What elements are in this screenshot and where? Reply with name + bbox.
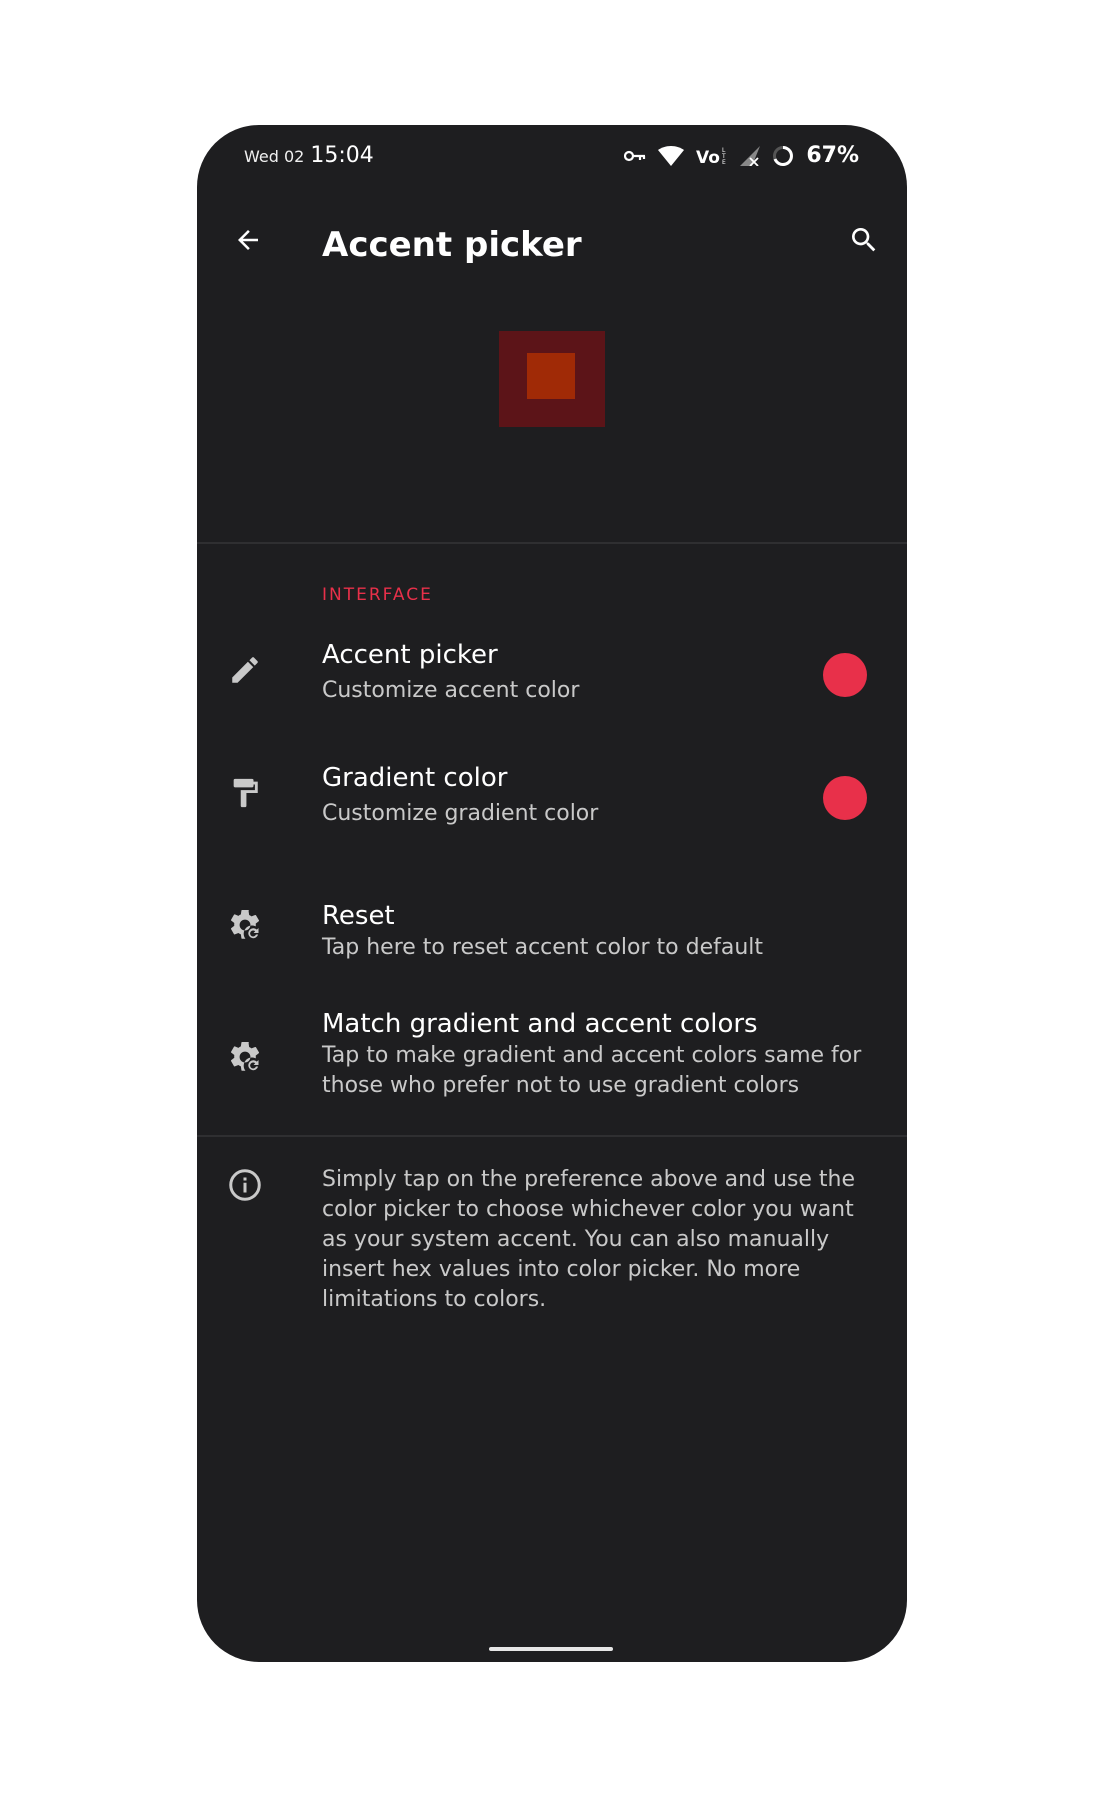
- pref-match-colors-text: Match gradient and accent colors Tap to …: [322, 1007, 877, 1101]
- svg-text:E: E: [722, 159, 726, 166]
- settings-reset-icon: [225, 905, 265, 945]
- signal-icon: [740, 145, 761, 166]
- info-icon: [225, 1165, 265, 1205]
- pref-summary: Tap to make gradient and accent colors s…: [322, 1043, 862, 1098]
- status-bar: Wed 02 15:04 Vo L T E 67%: [197, 125, 907, 189]
- info-text: Simply tap on the preference above and u…: [322, 1167, 856, 1312]
- page-title: Accent picker: [322, 225, 582, 265]
- status-date: Wed 02: [244, 147, 305, 166]
- pref-summary: Customize accent color: [322, 678, 580, 703]
- phone-screen: Wed 02 15:04 Vo L T E 67% Accent picker …: [197, 125, 907, 1662]
- accent-color-dot: [823, 653, 867, 697]
- pref-summary: Tap here to reset accent color to defaul…: [322, 935, 764, 960]
- status-icons: Vo L T E 67%: [624, 143, 859, 168]
- pref-title: Gradient color: [322, 763, 508, 793]
- search-icon: [848, 224, 880, 260]
- wifi-icon: [658, 145, 685, 166]
- pref-reset[interactable]: Reset Tap here to reset accent color to …: [197, 877, 907, 983]
- back-button[interactable]: [225, 219, 271, 265]
- divider: [197, 542, 907, 544]
- status-time: 15:04: [310, 143, 374, 168]
- pref-gradient-color[interactable]: Gradient color Customize gradient color: [197, 753, 907, 859]
- pref-title: Match gradient and accent colors: [322, 1009, 758, 1039]
- pref-title: Reset: [322, 901, 395, 931]
- arrow-back-icon: [233, 225, 263, 259]
- app-bar: Accent picker: [197, 205, 907, 283]
- svg-text:Vo: Vo: [696, 148, 720, 166]
- volte-icon: Vo L T E: [696, 146, 728, 166]
- status-clock: Wed 02 15:04: [244, 143, 374, 168]
- divider: [197, 1135, 907, 1137]
- search-button[interactable]: [841, 219, 887, 265]
- pref-accent-picker-text: Accent picker Customize accent color: [322, 638, 877, 706]
- accent-swatch: [527, 353, 575, 399]
- battery-ring-icon: [772, 145, 794, 167]
- paint-roller-icon: [225, 773, 265, 813]
- pencil-icon: [225, 650, 265, 690]
- pref-gradient-color-text: Gradient color Customize gradient color: [322, 761, 877, 829]
- section-header-interface: INTERFACE: [322, 585, 433, 605]
- home-indicator[interactable]: [489, 1647, 613, 1651]
- pref-accent-picker[interactable]: Accent picker Customize accent color: [197, 630, 907, 736]
- pref-reset-text: Reset Tap here to reset accent color to …: [322, 899, 877, 963]
- vpn-key-icon: [624, 149, 646, 163]
- pref-title: Accent picker: [322, 640, 498, 670]
- pref-match-colors[interactable]: Match gradient and accent colors Tap to …: [197, 997, 907, 1147]
- battery-percentage: 67%: [806, 143, 859, 168]
- gradient-color-dot: [823, 776, 867, 820]
- pref-summary: Customize gradient color: [322, 801, 599, 826]
- settings-reset-icon: [225, 1037, 265, 1077]
